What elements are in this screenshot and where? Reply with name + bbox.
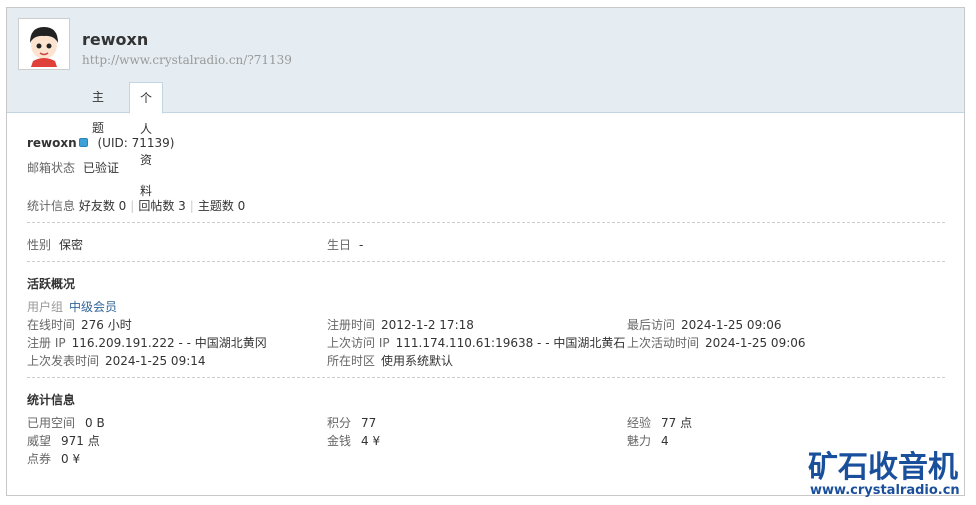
- coupon-row: 点券 0 ¥: [27, 450, 80, 467]
- usergroup-row: 用户组 中级会员: [27, 298, 117, 315]
- email-status-label: 邮箱状态: [27, 161, 76, 175]
- coupon-value: 0 ¥: [61, 452, 81, 466]
- space-row: 已用空间 0 B: [27, 414, 105, 431]
- points-row: 积分 77: [327, 414, 376, 431]
- timezone-row: 所在时区 使用系统默认: [327, 352, 453, 369]
- online-time-value: 276 小时: [81, 318, 132, 332]
- gender-row: 性别 保密: [27, 236, 83, 253]
- exp-label: 经验: [627, 416, 652, 430]
- last-post-label: 上次发表时间: [27, 354, 100, 368]
- birthday-row: 生日 -: [327, 236, 363, 253]
- last-visit-row: 最后访问 2024-1-25 09:06: [627, 316, 782, 333]
- statistics-title: 统计信息: [27, 393, 76, 407]
- last-ip-row: 上次访问 IP 111.174.110.61:19638 - - 中国湖北黄石: [327, 334, 625, 351]
- avatar[interactable]: [18, 18, 70, 70]
- activity-title: 活跃概况: [27, 277, 76, 291]
- name-row: rewoxn (UID: 71139): [27, 136, 174, 150]
- online-status-icon: [78, 138, 88, 147]
- watermark-url: www.crystalradio.cn: [810, 483, 960, 498]
- reg-time-value: 2012-1-2 17:18: [381, 318, 474, 332]
- reg-time-row: 注册时间 2012-1-2 17:18: [327, 316, 474, 333]
- space-value: 0 B: [85, 416, 105, 430]
- tab-profile[interactable]: 个人资料: [129, 82, 164, 198]
- gender-label: 性别: [27, 238, 52, 252]
- exp-row: 经验 77 点: [627, 414, 692, 431]
- prestige-value: 971 点: [61, 434, 100, 448]
- reg-ip-value: 116.209.191.222 - - 中国湖北黄冈: [71, 336, 267, 350]
- last-post-value: 2024-1-25 09:14: [105, 354, 206, 368]
- last-ip-value: 111.174.110.61:19638 - - 中国湖北黄石: [395, 336, 626, 350]
- usergroup-label: 用户组: [27, 300, 64, 314]
- points-label: 积分: [327, 416, 352, 430]
- charm-row: 魅力 4: [627, 432, 669, 449]
- divider-line: [27, 261, 945, 262]
- points-value: 77: [361, 416, 377, 430]
- last-active-label: 上次活动时间: [627, 336, 700, 350]
- friends-count-link[interactable]: 好友数 0: [79, 199, 126, 213]
- email-status-value: 已验证: [83, 161, 120, 175]
- space-label: 已用空间: [27, 416, 76, 430]
- profile-url[interactable]: http://www.crystalradio.cn/?71139: [82, 53, 292, 67]
- threads-count-link[interactable]: 主题数 0: [198, 199, 245, 213]
- reg-ip-label: 注册 IP: [27, 336, 66, 350]
- last-ip-label: 上次访问 IP: [327, 336, 390, 350]
- online-time-row: 在线时间 276 小时: [27, 316, 132, 333]
- stats-label: 统计信息: [27, 199, 76, 213]
- last-active-row: 上次活动时间 2024-1-25 09:06: [627, 334, 806, 351]
- stats-row: 统计信息 好友数 0 | 回帖数 3 | 主题数 0: [27, 197, 245, 214]
- profile-panel: rewoxn http://www.crystalradio.cn/?71139…: [6, 7, 965, 496]
- last-active-value: 2024-1-25 09:06: [705, 336, 806, 350]
- prestige-row: 威望 971 点: [27, 432, 100, 449]
- divider: |: [189, 199, 194, 213]
- prestige-label: 威望: [27, 434, 52, 448]
- money-value: 4 ¥: [361, 434, 381, 448]
- timezone-label: 所在时区: [327, 354, 376, 368]
- charm-value: 4: [661, 434, 669, 448]
- money-label: 金钱: [327, 434, 352, 448]
- usergroup-link[interactable]: 中级会员: [69, 300, 117, 314]
- uid-text: (UID: 71139): [97, 136, 175, 150]
- last-post-row: 上次发表时间 2024-1-25 09:14: [27, 352, 206, 369]
- divider-line: [27, 377, 945, 378]
- money-row: 金钱 4 ¥: [327, 432, 380, 449]
- watermark-title: 矿石收音机: [808, 450, 958, 485]
- avatar-image: [21, 21, 67, 67]
- email-status-row: 邮箱状态 已验证: [27, 159, 119, 176]
- birthday-label: 生日: [327, 238, 352, 252]
- birthday-value: -: [359, 238, 364, 252]
- charm-label: 魅力: [627, 434, 652, 448]
- profile-header: rewoxn http://www.crystalradio.cn/?71139…: [7, 8, 964, 198]
- profile-username: rewoxn: [82, 30, 149, 49]
- timezone-value: 使用系统默认: [381, 354, 454, 368]
- replies-count-link[interactable]: 回帖数 3: [138, 199, 185, 213]
- exp-value: 77 点: [661, 416, 693, 430]
- online-time-label: 在线时间: [27, 318, 76, 332]
- last-visit-label: 最后访问: [627, 318, 676, 332]
- content-username: rewoxn: [27, 136, 77, 150]
- divider: |: [130, 199, 135, 213]
- reg-time-label: 注册时间: [327, 318, 376, 332]
- tab-threads[interactable]: 主题: [82, 82, 114, 135]
- coupon-label: 点券: [27, 452, 52, 466]
- gender-value: 保密: [59, 238, 84, 252]
- last-visit-value: 2024-1-25 09:06: [681, 318, 782, 332]
- divider-line: [27, 222, 945, 223]
- reg-ip-row: 注册 IP 116.209.191.222 - - 中国湖北黄冈: [27, 334, 267, 351]
